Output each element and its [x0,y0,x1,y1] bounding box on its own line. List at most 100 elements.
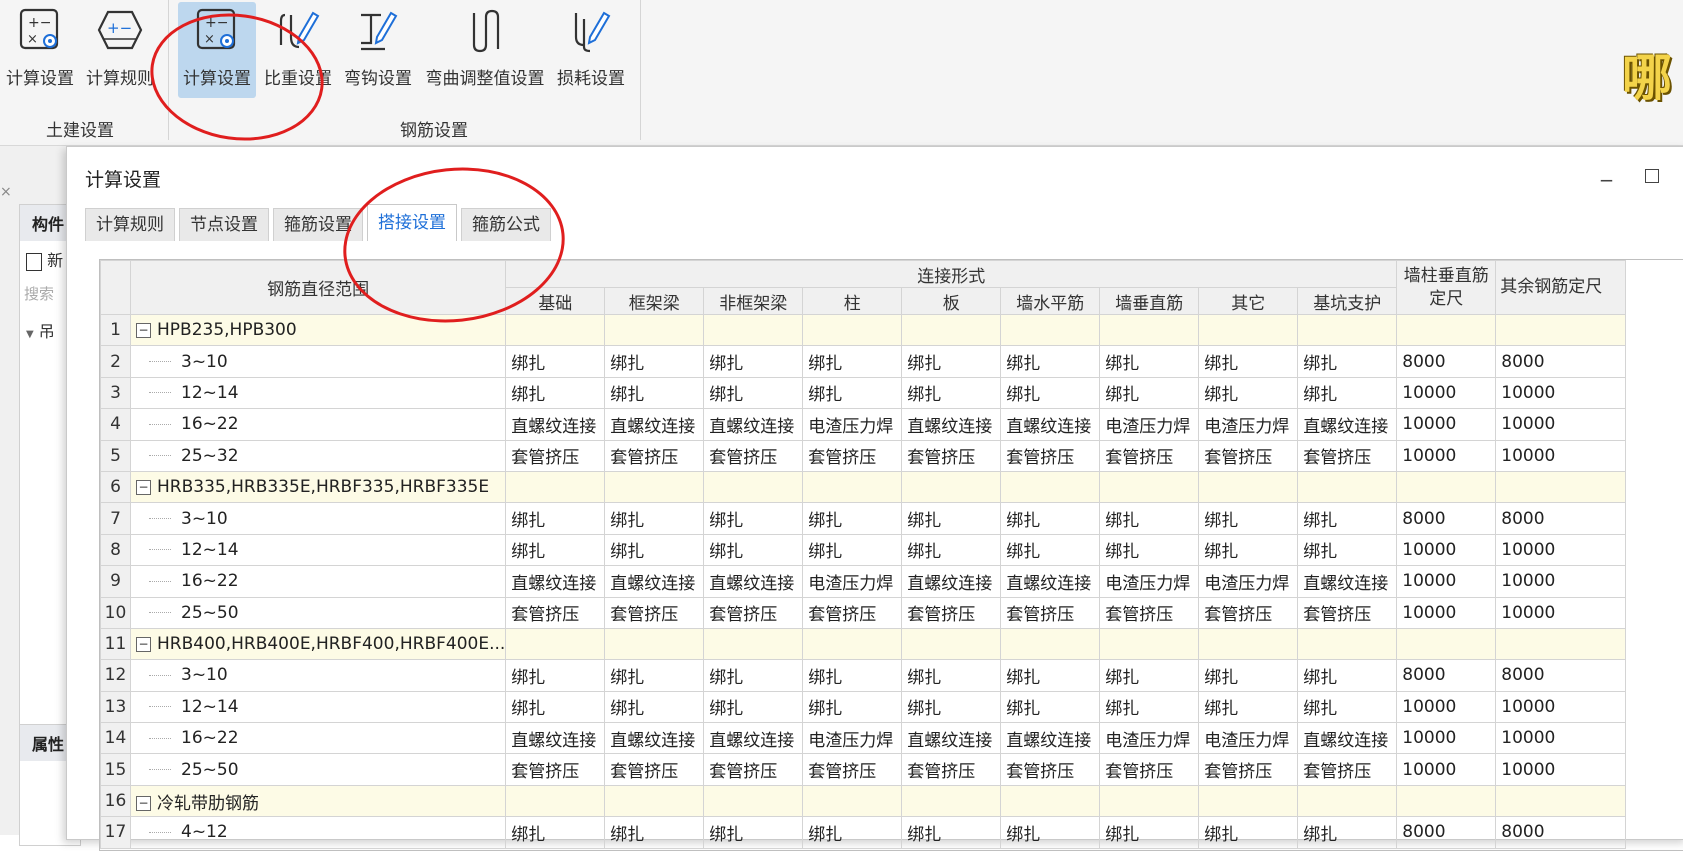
connection-type-cell[interactable]: 绑扎 [505,690,606,724]
connection-type-cell[interactable] [703,470,804,504]
collapse-toggle-icon[interactable]: − [136,636,151,652]
connection-type-cell[interactable]: 直螺纹连接 [901,408,1002,441]
diameter-range-cell[interactable]: 25~50 [129,753,507,786]
standard-length-cell[interactable]: 8000 [1495,502,1627,535]
connection-type-cell[interactable]: 电渣压力焊 [802,722,903,755]
connection-type-cell[interactable]: 绑扎 [1099,533,1200,567]
connection-type-cell[interactable]: 绑扎 [1297,690,1398,724]
connection-type-cell[interactable]: 套管挤压 [1198,753,1299,786]
table-row[interactable]: 3 12~14 绑扎 绑扎 绑扎 绑扎 绑扎 绑扎 绑扎 绑扎 绑扎 10000 10000 [100,376,1627,410]
connection-type-cell[interactable] [802,784,903,818]
connection-type-cell[interactable] [901,313,1002,347]
connection-type-cell[interactable]: 绑扎 [505,376,606,410]
connection-type-cell[interactable]: 套管挤压 [604,439,705,472]
connection-type-cell[interactable] [505,627,606,661]
connection-type-cell[interactable] [1198,627,1299,661]
connection-type-cell[interactable]: 直螺纹连接 [1297,565,1398,598]
connection-type-cell[interactable] [1000,313,1101,347]
connection-type-cell[interactable]: 套管挤压 [703,753,804,786]
connection-type-cell[interactable]: 绑扎 [1297,502,1398,535]
connection-type-cell[interactable]: 套管挤压 [505,753,606,786]
standard-length-cell[interactable]: 10000 [1495,722,1627,755]
density-settings-button[interactable]: 比重设置 [262,2,334,102]
minimize-icon[interactable]: _ [1601,157,1612,182]
connection-type-cell[interactable] [703,313,804,347]
connection-type-cell[interactable]: 套管挤压 [1099,596,1200,629]
connection-type-cell[interactable]: 电渣压力焊 [1099,565,1200,598]
diameter-range-cell[interactable]: 16~22 [129,565,507,598]
connection-type-cell[interactable]: 套管挤压 [604,596,705,629]
standard-length-cell[interactable]: 10000 [1495,408,1627,441]
connection-type-cell[interactable]: 绑扎 [1198,533,1299,567]
connection-type-cell[interactable]: 套管挤压 [604,753,705,786]
connection-type-cell[interactable]: 绑扎 [1297,345,1398,378]
connection-type-cell[interactable]: 直螺纹连接 [604,408,705,441]
diameter-range-cell[interactable]: 3~10 [129,345,507,378]
connection-type-cell[interactable]: 绑扎 [802,690,903,724]
connection-type-cell[interactable]: 绑扎 [802,816,903,849]
connection-type-cell[interactable]: 套管挤压 [1099,439,1200,472]
standard-length-cell[interactable]: 8000 [1495,816,1627,849]
connection-type-cell[interactable]: 绑扎 [505,659,606,692]
group-row[interactable]: 1− HPB235,HPB300 [100,313,1627,347]
standard-length-cell[interactable] [1396,784,1497,818]
connection-type-cell[interactable]: 绑扎 [505,345,606,378]
connection-type-cell[interactable]: 绑扎 [901,659,1002,692]
standard-length-cell[interactable]: 10000 [1396,408,1497,441]
connection-type-cell[interactable]: 直螺纹连接 [901,722,1002,755]
standard-length-cell[interactable] [1495,627,1627,661]
connection-type-cell[interactable] [604,470,705,504]
connection-type-cell[interactable] [1099,627,1200,661]
connection-type-cell[interactable] [505,313,606,347]
grade-group-cell[interactable]: − HRB400,HRB400E,HRBF400,HRBF400E... [129,627,507,661]
connection-type-cell[interactable]: 绑扎 [1297,376,1398,410]
connection-type-cell[interactable]: 绑扎 [505,533,606,567]
standard-length-cell[interactable]: 10000 [1396,439,1497,472]
standard-length-cell[interactable] [1396,470,1497,504]
connection-type-cell[interactable]: 绑扎 [604,345,705,378]
diameter-range-cell[interactable]: 16~22 [129,408,507,441]
standard-length-cell[interactable]: 10000 [1396,565,1497,598]
civil-calc-rules-button[interactable]: +− 计算规则 [84,2,156,102]
connection-type-cell[interactable]: 套管挤压 [802,439,903,472]
standard-length-cell[interactable]: 10000 [1396,596,1497,629]
connection-type-cell[interactable]: 绑扎 [604,502,705,535]
standard-length-cell[interactable]: 10000 [1495,376,1627,410]
connection-type-cell[interactable]: 绑扎 [604,690,705,724]
connection-type-cell[interactable]: 套管挤压 [505,596,606,629]
standard-length-cell[interactable]: 10000 [1495,439,1627,472]
diameter-range-cell[interactable]: 4~12 [129,816,507,849]
collapse-toggle-icon[interactable]: − [136,479,151,495]
collapse-toggle-icon[interactable]: − [136,322,151,338]
close-icon[interactable]: × [0,184,12,200]
connection-type-cell[interactable]: 电渣压力焊 [1198,722,1299,755]
connection-type-cell[interactable]: 绑扎 [1000,659,1101,692]
tab-lap-settings[interactable]: 搭接设置 [367,204,457,241]
standard-length-cell[interactable]: 8000 [1396,816,1497,849]
connection-type-cell[interactable]: 直螺纹连接 [505,565,606,598]
connection-type-cell[interactable] [901,784,1002,818]
connection-type-cell[interactable]: 绑扎 [1297,533,1398,567]
connection-type-cell[interactable]: 绑扎 [1198,345,1299,378]
group-row[interactable]: 16− 冷轧带肋钢筋 [100,784,1627,818]
civil-calc-settings-button[interactable]: +− × 计算设置 [4,2,76,102]
connection-type-cell[interactable] [802,627,903,661]
connection-type-cell[interactable]: 绑扎 [1000,533,1101,567]
standard-length-cell[interactable]: 8000 [1495,659,1627,692]
table-row[interactable]: 7 3~10 绑扎 绑扎 绑扎 绑扎 绑扎 绑扎 绑扎 绑扎 绑扎 8000 8000 [100,502,1627,535]
connection-type-cell[interactable]: 绑扎 [703,816,804,849]
table-row[interactable]: 12 3~10 绑扎 绑扎 绑扎 绑扎 绑扎 绑扎 绑扎 绑扎 绑扎 8000 8000 [100,659,1627,692]
standard-length-cell[interactable]: 8000 [1396,659,1497,692]
connection-type-cell[interactable]: 绑扎 [604,376,705,410]
connection-type-cell[interactable]: 套管挤压 [1000,753,1101,786]
connection-type-cell[interactable] [1000,470,1101,504]
collapse-toggle-icon[interactable]: − [136,796,151,812]
connection-type-cell[interactable]: 绑扎 [703,502,804,535]
connection-type-cell[interactable]: 绑扎 [901,345,1002,378]
connection-type-cell[interactable] [604,313,705,347]
tab-node-settings[interactable]: 节点设置 [179,208,269,241]
connection-type-cell[interactable] [505,784,606,818]
diameter-range-cell[interactable]: 3~10 [129,659,507,692]
connection-type-cell[interactable]: 绑扎 [505,816,606,849]
connection-type-cell[interactable]: 绑扎 [703,345,804,378]
